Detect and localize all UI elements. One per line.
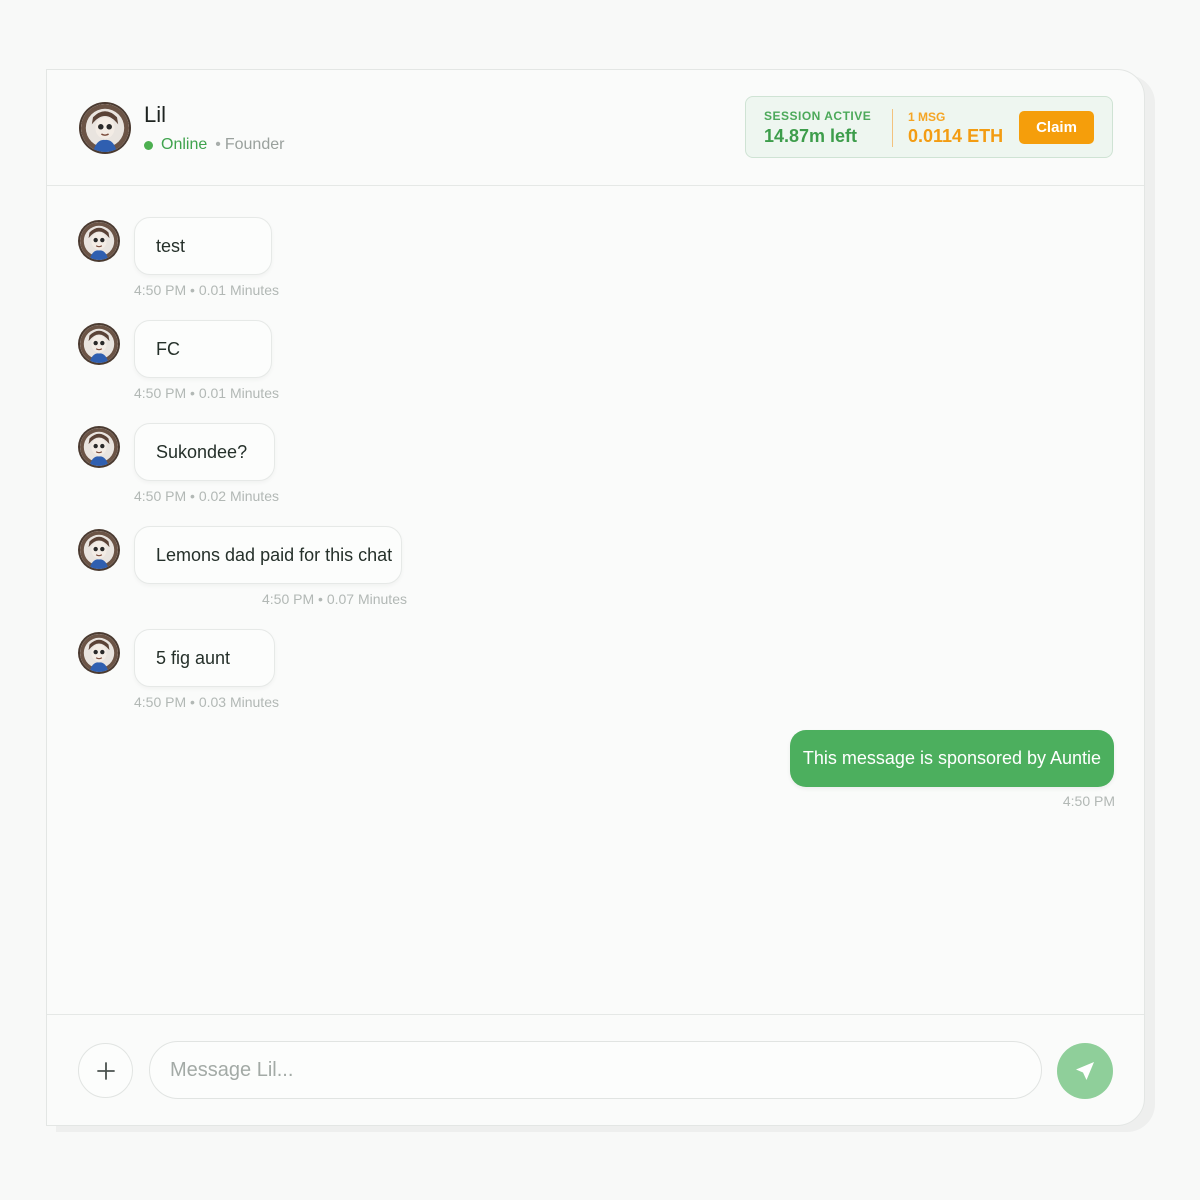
message-meta: 4:50 PM • 0.01 Minutes: [134, 385, 279, 401]
online-dot-icon: [144, 140, 153, 150]
message-bubble[interactable]: Lemons dad paid for this chat: [134, 526, 402, 584]
contact-name: Lil: [144, 102, 167, 127]
avatar-image: [80, 428, 118, 466]
plus-icon: [96, 1061, 115, 1080]
message-input[interactable]: [149, 1041, 1042, 1099]
contact-status: Online • Founder: [144, 136, 284, 154]
message-avatar[interactable]: [80, 428, 118, 466]
session-divider: [892, 109, 893, 147]
avatar-image: [80, 325, 118, 363]
avatar-image: [80, 531, 118, 569]
send-button[interactable]: [1057, 1043, 1113, 1099]
avatar-image: [80, 222, 118, 260]
attach-button[interactable]: [78, 1043, 133, 1098]
message-avatar[interactable]: [80, 325, 118, 363]
outgoing-message-time: 4:50 PM: [1062, 793, 1115, 809]
chat-header: Lil Online • Founder SESSION ACTIVE 14.8…: [47, 70, 1144, 186]
message-bubble[interactable]: Sukondee?: [134, 423, 275, 481]
message-meta: 4:50 PM • 0.03 Minutes: [134, 694, 279, 710]
contact-role: Founder: [224, 136, 285, 153]
avatar-image: [80, 634, 118, 672]
message-bubble[interactable]: test: [134, 217, 272, 275]
message-price: 0.0114 ETH: [908, 126, 1004, 146]
message-meta: 4:50 PM • 0.01 Minutes: [134, 282, 279, 298]
session-card: SESSION ACTIVE 14.87m left 1 MSG 0.0114 …: [745, 96, 1113, 158]
message-meta: 4:50 PM • 0.02 Minutes: [134, 488, 279, 504]
message-avatar[interactable]: [80, 222, 118, 260]
message-bubble[interactable]: FC: [134, 320, 272, 378]
claim-button[interactable]: Claim: [1019, 111, 1094, 144]
message-bubble[interactable]: 5 fig aunt: [134, 629, 275, 687]
outgoing-message-bubble[interactable]: This message is sponsored by Auntie: [790, 730, 1114, 787]
composer-bar: [47, 1014, 1144, 1125]
online-status: Online: [161, 136, 208, 153]
status-separator: •: [215, 136, 221, 153]
message-count-label: 1 MSG: [908, 110, 946, 124]
contact-avatar[interactable]: [81, 104, 129, 152]
send-icon: [1076, 1062, 1094, 1080]
session-time-left: 14.87m left: [764, 126, 858, 146]
message-meta: 4:50 PM • 0.07 Minutes: [262, 591, 407, 607]
chat-panel: Lil Online • Founder SESSION ACTIVE 14.8…: [46, 69, 1145, 1126]
message-avatar[interactable]: [80, 634, 118, 672]
session-label: SESSION ACTIVE: [764, 109, 872, 123]
message-avatar[interactable]: [80, 531, 118, 569]
avatar-image: [81, 104, 129, 152]
